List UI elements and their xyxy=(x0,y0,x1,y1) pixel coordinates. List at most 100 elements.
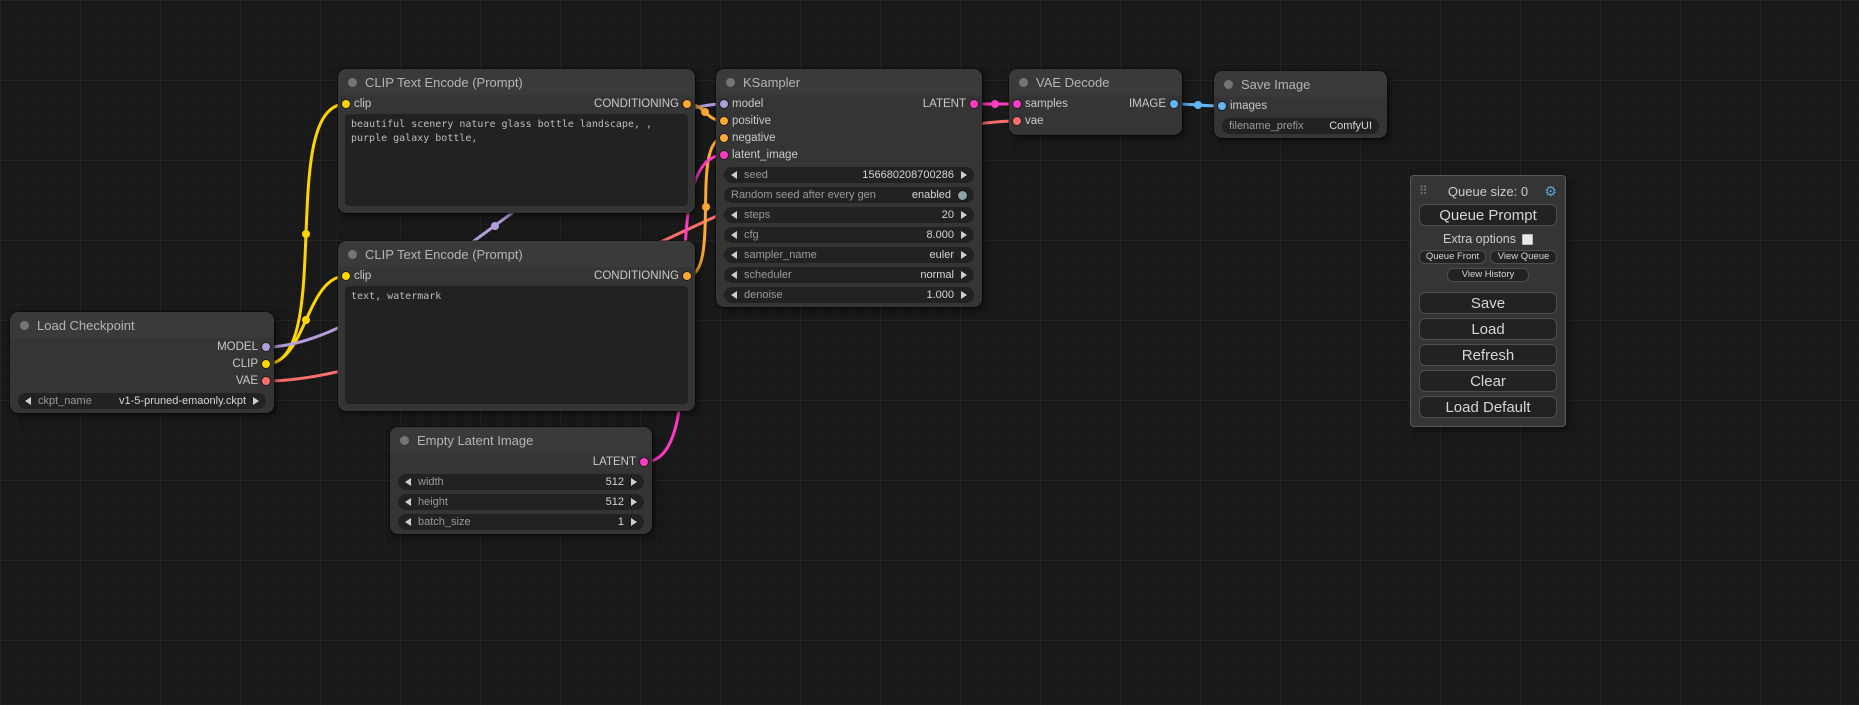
ckpt-name-combo-widget[interactable]: ckpt_name v1-5-pruned-emaonly.ckpt xyxy=(18,393,266,409)
widget-value: 156680208700286 xyxy=(862,169,954,181)
clear-button[interactable]: Clear xyxy=(1419,370,1557,392)
widget-label: ckpt_name xyxy=(38,395,92,407)
widget-label: filename_prefix xyxy=(1229,120,1304,132)
widget-label: sampler_name xyxy=(744,249,817,261)
increment-arrow-icon[interactable] xyxy=(961,291,967,299)
output-dot-image[interactable] xyxy=(1170,100,1178,108)
slot-label: IMAGE xyxy=(1129,98,1166,110)
output-dot-model[interactable] xyxy=(262,343,270,351)
node-title-bar[interactable]: CLIP Text Encode (Prompt) xyxy=(338,69,695,95)
prompt-textarea[interactable]: text, watermark xyxy=(345,286,688,404)
collapse-dot-icon[interactable] xyxy=(1224,80,1233,89)
output-slot-vae: VAE xyxy=(10,372,274,389)
input-dot-positive[interactable] xyxy=(720,117,728,125)
drag-handle-icon[interactable]: ⠿ xyxy=(1419,184,1428,198)
collapse-dot-icon[interactable] xyxy=(726,78,735,87)
view-history-button[interactable]: View History xyxy=(1447,268,1529,282)
decrement-arrow-icon[interactable] xyxy=(731,271,737,279)
output-dot-latent[interactable] xyxy=(970,100,978,108)
filename-prefix-text-widget[interactable]: filename_prefix ComfyUI xyxy=(1222,118,1379,134)
input-dot-samples[interactable] xyxy=(1013,100,1021,108)
node-title-bar[interactable]: Empty Latent Image xyxy=(390,427,652,453)
steps-number-widget[interactable]: steps 20 xyxy=(724,207,974,223)
decrement-arrow-icon[interactable] xyxy=(25,397,31,405)
input-dot-images[interactable] xyxy=(1218,102,1226,110)
link-midpoint-dot xyxy=(491,222,499,230)
input-dot-negative[interactable] xyxy=(720,134,728,142)
extra-options-checkbox[interactable] xyxy=(1522,234,1533,245)
collapse-dot-icon[interactable] xyxy=(400,436,409,445)
input-dot-latent-image[interactable] xyxy=(720,151,728,159)
toggle-dot-icon[interactable] xyxy=(958,191,967,200)
node-graph-canvas[interactable]: Load Checkpoint MODEL CLIP VAE ckpt_name… xyxy=(0,0,1859,705)
increment-arrow-icon[interactable] xyxy=(961,231,967,239)
random-seed-toggle-widget[interactable]: Random seed after every gen enabled xyxy=(724,187,974,203)
settings-gear-icon[interactable]: ⚙ xyxy=(1544,184,1557,198)
width-number-widget[interactable]: width 512 xyxy=(398,474,644,490)
link-midpoint-dot xyxy=(991,100,999,108)
node-title-bar[interactable]: Load Checkpoint xyxy=(10,312,274,338)
decrement-arrow-icon[interactable] xyxy=(731,211,737,219)
link-midpoint-dot xyxy=(701,108,709,116)
increment-arrow-icon[interactable] xyxy=(631,498,637,506)
increment-arrow-icon[interactable] xyxy=(253,397,259,405)
decrement-arrow-icon[interactable] xyxy=(731,231,737,239)
node-title-bar[interactable]: CLIP Text Encode (Prompt) xyxy=(338,241,695,267)
widget-label: batch_size xyxy=(418,516,471,528)
decrement-arrow-icon[interactable] xyxy=(405,518,411,526)
decrement-arrow-icon[interactable] xyxy=(405,478,411,486)
collapse-dot-icon[interactable] xyxy=(1019,78,1028,87)
decrement-arrow-icon[interactable] xyxy=(405,498,411,506)
output-dot-conditioning[interactable] xyxy=(683,100,691,108)
widget-label: cfg xyxy=(744,229,759,241)
node-load-checkpoint[interactable]: Load Checkpoint MODEL CLIP VAE ckpt_name… xyxy=(10,312,274,413)
node-clip-text-encode-negative[interactable]: CLIP Text Encode (Prompt) clip CONDITION… xyxy=(338,241,695,411)
seed-number-widget[interactable]: seed 156680208700286 xyxy=(724,167,974,183)
widget-label: Random seed after every gen xyxy=(731,189,876,201)
prompt-textarea[interactable]: beautiful scenery nature glass bottle la… xyxy=(345,114,688,206)
node-title-bar[interactable]: KSampler xyxy=(716,69,982,95)
input-dot-clip[interactable] xyxy=(342,100,350,108)
node-empty-latent-image[interactable]: Empty Latent Image LATENT width 512 heig… xyxy=(390,427,652,534)
input-dot-clip[interactable] xyxy=(342,272,350,280)
queue-front-button[interactable]: Queue Front xyxy=(1419,250,1486,264)
batch-size-number-widget[interactable]: batch_size 1 xyxy=(398,514,644,530)
node-vae-decode[interactable]: VAE Decode samples IMAGE vae xyxy=(1009,69,1182,135)
save-button[interactable]: Save xyxy=(1419,292,1557,314)
node-clip-text-encode-positive[interactable]: CLIP Text Encode (Prompt) clip CONDITION… xyxy=(338,69,695,213)
increment-arrow-icon[interactable] xyxy=(961,251,967,259)
slot-row: samples IMAGE xyxy=(1009,95,1182,112)
increment-arrow-icon[interactable] xyxy=(961,271,967,279)
collapse-dot-icon[interactable] xyxy=(348,78,357,87)
node-ksampler[interactable]: KSampler model LATENT positive negative … xyxy=(716,69,982,307)
load-default-button[interactable]: Load Default xyxy=(1419,396,1557,418)
output-dot-clip[interactable] xyxy=(262,360,270,368)
input-dot-vae[interactable] xyxy=(1013,117,1021,125)
output-dot-latent[interactable] xyxy=(640,458,648,466)
cfg-number-widget[interactable]: cfg 8.000 xyxy=(724,227,974,243)
node-title-bar[interactable]: VAE Decode xyxy=(1009,69,1182,95)
widget-value: 1.000 xyxy=(926,289,954,301)
increment-arrow-icon[interactable] xyxy=(631,478,637,486)
increment-arrow-icon[interactable] xyxy=(961,171,967,179)
queue-prompt-button[interactable]: Queue Prompt xyxy=(1419,204,1557,226)
output-dot-vae[interactable] xyxy=(262,377,270,385)
increment-arrow-icon[interactable] xyxy=(961,211,967,219)
decrement-arrow-icon[interactable] xyxy=(731,251,737,259)
decrement-arrow-icon[interactable] xyxy=(731,291,737,299)
load-button[interactable]: Load xyxy=(1419,318,1557,340)
denoise-number-widget[interactable]: denoise 1.000 xyxy=(724,287,974,303)
input-dot-model[interactable] xyxy=(720,100,728,108)
view-queue-button[interactable]: View Queue xyxy=(1490,250,1557,264)
refresh-button[interactable]: Refresh xyxy=(1419,344,1557,366)
increment-arrow-icon[interactable] xyxy=(631,518,637,526)
node-title-bar[interactable]: Save Image xyxy=(1214,71,1387,97)
output-dot-conditioning[interactable] xyxy=(683,272,691,280)
height-number-widget[interactable]: height 512 xyxy=(398,494,644,510)
sampler-name-combo-widget[interactable]: sampler_name euler xyxy=(724,247,974,263)
decrement-arrow-icon[interactable] xyxy=(731,171,737,179)
node-save-image[interactable]: Save Image images filename_prefix ComfyU… xyxy=(1214,71,1387,138)
collapse-dot-icon[interactable] xyxy=(348,250,357,259)
scheduler-combo-widget[interactable]: scheduler normal xyxy=(724,267,974,283)
collapse-dot-icon[interactable] xyxy=(20,321,29,330)
